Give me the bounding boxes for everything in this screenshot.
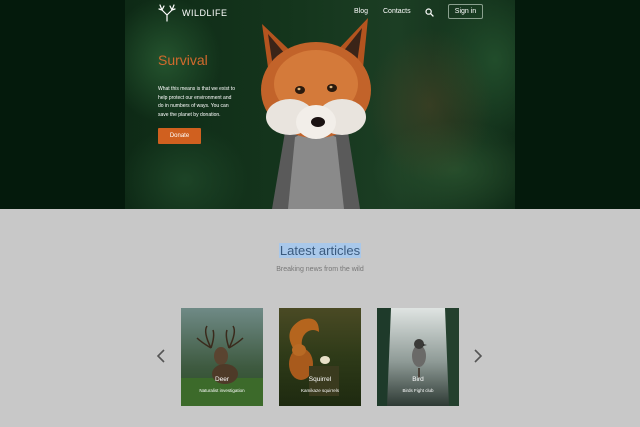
article-card-squirrel[interactable]: Squirrel Kamikaze squirrels — [279, 308, 361, 406]
chevron-left-icon[interactable] — [156, 349, 166, 363]
card-title: Deer — [214, 376, 230, 383]
articles-title-text: Latest articles — [278, 243, 362, 258]
hero-description: What this means is that we exist to help… — [158, 86, 235, 118]
article-card-deer[interactable]: Deer Naturalist investigation — [181, 308, 263, 406]
brand-logo[interactable]: WILDLIFE — [158, 3, 228, 23]
chevron-right-icon[interactable] — [473, 349, 483, 363]
nav-link-contacts[interactable]: Contacts — [383, 8, 411, 15]
card-subtitle: Naturalist investigation — [199, 388, 245, 393]
sign-in-button[interactable]: Sign in — [448, 4, 483, 19]
nav-link-blog[interactable]: Blog — [354, 8, 368, 15]
card-title: Squirrel — [308, 376, 332, 383]
articles-section-title: Latest articles — [0, 242, 640, 260]
card-subtitle: Birds Fight club — [402, 388, 434, 393]
brand-name: WILDLIFE — [182, 8, 228, 18]
card-subtitle: Kamikaze squirrels — [300, 388, 339, 393]
article-card-bird[interactable]: Bird Birds Fight club — [377, 308, 459, 406]
donate-button[interactable]: Donate — [158, 128, 201, 144]
antlers-icon — [158, 4, 176, 22]
search-icon[interactable] — [425, 8, 434, 17]
card-title: Bird — [412, 376, 424, 383]
fox-image — [261, 18, 371, 209]
articles-subtitle: Breaking news from the wild — [276, 266, 364, 273]
hero-title: Survival — [158, 52, 208, 68]
